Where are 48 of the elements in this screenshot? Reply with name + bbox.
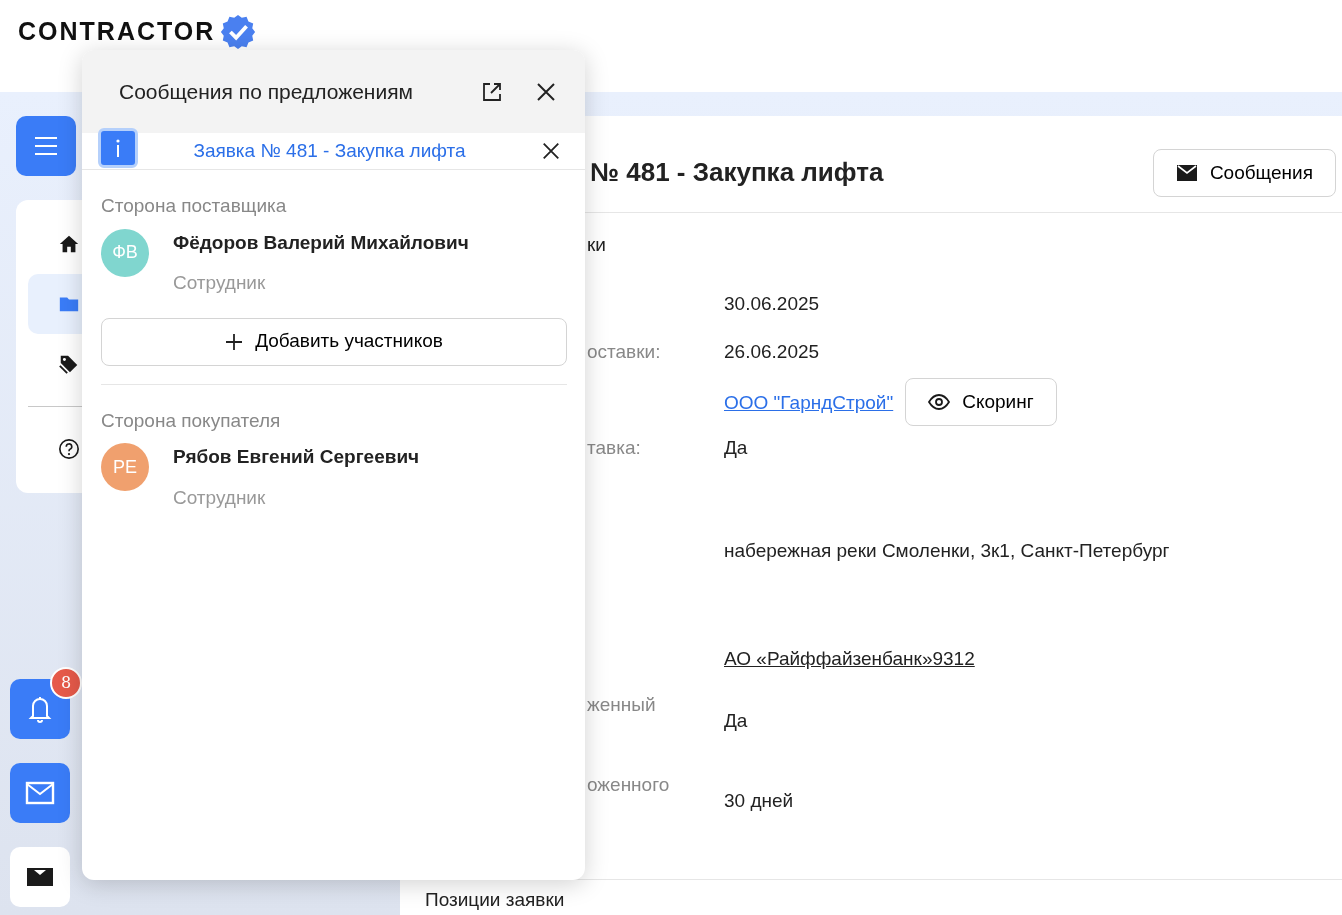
company-link[interactable]: ООО "ГарндСтрой" bbox=[724, 388, 894, 417]
bell-icon bbox=[26, 694, 54, 724]
group-title: Сторона поставщика bbox=[101, 194, 287, 218]
help-icon bbox=[58, 438, 80, 460]
chat-link[interactable]: Заявка № 481 - Закупка лифта bbox=[138, 136, 541, 166]
group-title: Сторона покупателя bbox=[101, 408, 281, 433]
menu-button[interactable] bbox=[16, 116, 76, 176]
field-value: набережная реки Смоленки, 3к1, Санкт-Петербург bbox=[724, 538, 1170, 563]
close-button[interactable] bbox=[535, 80, 557, 103]
plus-icon bbox=[225, 332, 244, 351]
tags-icon bbox=[58, 353, 80, 375]
field-label: оставки: bbox=[587, 340, 661, 362]
external-link-icon bbox=[481, 80, 503, 103]
member-name: Рябов Евгений Сергеевич bbox=[173, 445, 420, 469]
page-title: № 481 - Закупка лифта bbox=[590, 157, 884, 189]
close-chat-button[interactable] bbox=[541, 141, 561, 161]
avatar: РЕ bbox=[101, 443, 149, 491]
field-label: женный bbox=[587, 693, 656, 715]
mail-icon bbox=[25, 781, 55, 805]
open-external-button[interactable] bbox=[481, 80, 503, 103]
member-role: Сотрудник bbox=[173, 271, 266, 295]
member-name: Фёдоров Валерий Михайлович bbox=[173, 230, 469, 255]
field-value: Да bbox=[724, 708, 748, 733]
field-value: Да bbox=[724, 435, 748, 460]
panel-title: Сообщения по предложениям bbox=[119, 78, 414, 105]
field-value: 30.06.2025 bbox=[724, 291, 820, 316]
avatar: ФВ bbox=[101, 228, 149, 277]
close-icon bbox=[535, 80, 557, 103]
scoring-button[interactable]: Скоринг bbox=[905, 377, 1057, 426]
field-label: оженного bbox=[587, 773, 670, 795]
add-participants-button[interactable]: Добавить участников bbox=[101, 317, 567, 366]
field-label: тавка: bbox=[587, 436, 641, 458]
bank-link[interactable]: АО «Райффайзенбанк»9312 bbox=[724, 644, 975, 673]
mail-icon bbox=[25, 865, 55, 889]
logo: CONTRACTOR bbox=[18, 16, 216, 48]
field-value: 26.06.2025 bbox=[724, 339, 820, 364]
section-heading: ки bbox=[587, 233, 606, 257]
messages-button[interactable]: Сообщения bbox=[1152, 148, 1336, 198]
menu-icon bbox=[33, 135, 59, 157]
count-badge: 8 bbox=[50, 667, 82, 699]
field-value: 30 дней bbox=[724, 788, 794, 813]
eye-icon bbox=[928, 393, 951, 410]
close-icon bbox=[541, 141, 561, 161]
mail-icon bbox=[1175, 164, 1198, 182]
member-role: Сотрудник bbox=[173, 485, 266, 510]
section-heading: Позиции заявки bbox=[425, 889, 565, 910]
messages-button[interactable] bbox=[10, 847, 70, 907]
home-icon bbox=[58, 233, 80, 255]
